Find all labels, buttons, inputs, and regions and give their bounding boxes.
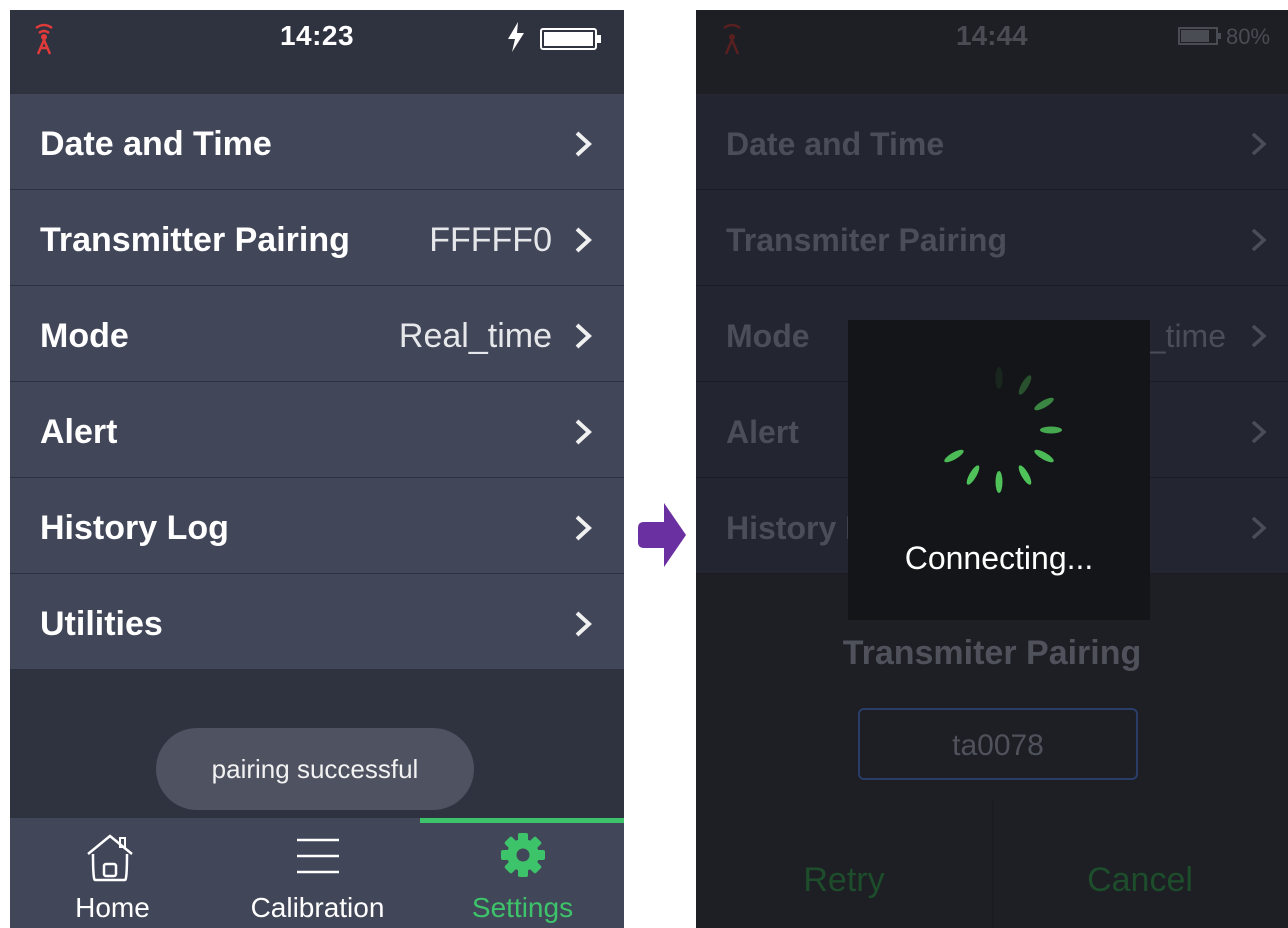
chevron-right-icon xyxy=(1251,324,1267,348)
house-icon xyxy=(87,834,133,882)
menu-item-label: Mode xyxy=(40,317,129,355)
dialog-title: Transmiter Pairing xyxy=(842,634,1142,672)
menu-item-label: Transmitter Pairing xyxy=(40,221,350,259)
chevron-right-icon xyxy=(575,611,592,637)
retry-button[interactable]: Retry xyxy=(696,840,992,920)
status-bar: 14:23 xyxy=(10,10,624,94)
chevron-right-icon xyxy=(1251,132,1267,156)
chevron-right-icon xyxy=(1251,516,1267,540)
chevron-right-icon xyxy=(1251,228,1267,252)
menu-item-utilities[interactable]: Utilities xyxy=(10,574,624,670)
menu-item-history-log[interactable]: History Log xyxy=(10,478,624,574)
menu-item-date-time: Date and Time xyxy=(696,94,1288,190)
connecting-overlay: Connecting... xyxy=(848,320,1150,620)
menu-item-label: Alert xyxy=(726,414,799,450)
menu-item-label: Transmiter Pairing xyxy=(726,222,1007,258)
menu-item-label: History Log xyxy=(40,509,229,547)
status-time: 14:23 xyxy=(279,20,355,51)
battery-icon xyxy=(1178,27,1221,45)
menu-item-value: Real_time xyxy=(398,317,552,355)
list-icon xyxy=(297,838,339,874)
menu-item-mode[interactable]: Mode Real_time xyxy=(10,286,624,382)
menu-item-alert[interactable]: Alert xyxy=(10,382,624,478)
antenna-icon xyxy=(723,23,741,55)
arrow-right-icon xyxy=(638,503,686,567)
settings-screen: 14:23 Date and Time Transmitter Pairing … xyxy=(10,10,624,928)
menu-item-transmitter-pairing: Transmiter Pairing xyxy=(696,190,1288,286)
menu-item-label: Date and Time xyxy=(40,125,272,163)
menu-item-label: Utilities xyxy=(40,605,163,643)
cancel-button[interactable]: Cancel xyxy=(992,840,1288,920)
connecting-text: Connecting... xyxy=(904,540,1094,576)
tab-home[interactable]: Home xyxy=(10,818,215,928)
menu-item-value: FFFFF0 xyxy=(429,221,552,259)
menu-item-label: Alert xyxy=(40,413,118,451)
pairing-toast: pairing successful xyxy=(156,728,474,810)
battery-full-icon xyxy=(540,28,601,50)
chevron-right-icon xyxy=(575,227,592,253)
battery-percentage: 80% xyxy=(1226,24,1271,49)
chevron-right-icon xyxy=(575,515,592,541)
menu-item-date-time[interactable]: Date and Time xyxy=(10,94,624,190)
chevron-right-icon xyxy=(575,131,592,157)
menu-item-label: Date and Time xyxy=(726,126,945,162)
chevron-right-icon xyxy=(575,323,592,349)
tab-label: Calibration xyxy=(250,892,385,923)
loading-spinner-icon xyxy=(944,367,1062,493)
gear-icon xyxy=(501,833,545,877)
bottom-navigation: Home Calibration Settings xyxy=(10,818,624,928)
lightning-bolt-icon xyxy=(508,22,524,52)
menu-item-transmitter-pairing[interactable]: Transmitter Pairing FFFFF0 xyxy=(10,190,624,286)
chevron-right-icon xyxy=(575,419,592,445)
status-time: 14:44 xyxy=(956,20,1028,51)
chevron-right-icon xyxy=(1251,420,1267,444)
tab-settings[interactable]: Settings xyxy=(420,818,624,928)
tab-label: Home xyxy=(75,892,150,923)
settings-menu: Date and Time Transmitter Pairing FFFFF0… xyxy=(10,94,624,670)
tab-calibration[interactable]: Calibration xyxy=(215,818,420,928)
menu-item-label: Mode xyxy=(726,318,810,354)
pairing-screen: 14:44 80% Date and Time Transmiter Pairi… xyxy=(696,10,1288,928)
tab-label: Settings xyxy=(471,892,574,923)
transmitter-id-input[interactable]: ta0078 xyxy=(858,708,1138,780)
